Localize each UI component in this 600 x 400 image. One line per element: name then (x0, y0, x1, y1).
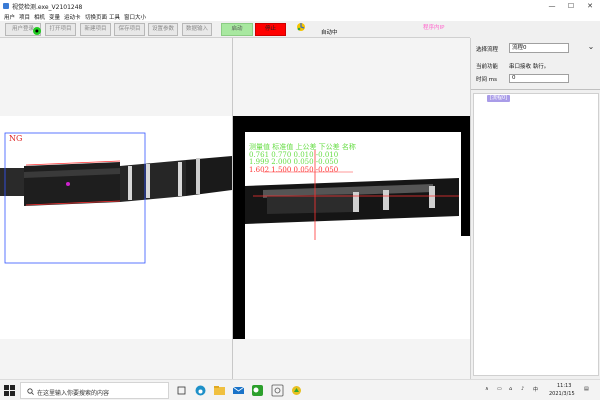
wechat-icon[interactable] (251, 384, 264, 397)
input-method-label[interactable]: 中 (533, 386, 538, 393)
running-status-icon (297, 23, 305, 31)
app-icon (3, 3, 9, 9)
data-input-button[interactable]: 数据输入 (182, 23, 212, 36)
close-button[interactable]: ✕ (581, 0, 599, 12)
search-icon (27, 388, 34, 395)
menu-camera[interactable]: 相机 (34, 13, 45, 21)
time-value: 0 (509, 74, 569, 83)
menu-bar: 用户 项目 相机 变量 运动卡 切换页面 工具 窗口大小 (0, 12, 600, 21)
flow-settings: 选择流程 流程0 ⌄ 当前功能 串口接收 執行。 时间 ms 0 (471, 38, 600, 90)
network-icon[interactable]: ⌂ (509, 386, 512, 392)
mail-icon[interactable] (232, 384, 245, 397)
taskbar: 在这里输入你要搜索的内容 ∧ ▭ ⌂ ♪ 中 11:13 2021/3/15 ▤ (0, 379, 600, 400)
auto-status-label: 自动中 (321, 30, 338, 36)
camera-app-icon[interactable] (271, 384, 284, 397)
ng-result-label: NG (9, 134, 23, 143)
tray-expand-icon[interactable]: ∧ (485, 386, 489, 392)
notification-icon[interactable]: ▤ (584, 386, 589, 392)
menu-window-size[interactable]: 窗口大小 (124, 13, 146, 21)
minimize-button[interactable]: — (543, 0, 561, 12)
task-view-icon[interactable] (175, 384, 188, 397)
toolbar: 用户登录 打开项目 新建项目 保存项目 设置参数 数据输入 启动 停止 (0, 21, 470, 38)
taskbar-search[interactable]: 在这里输入你要搜索的内容 (20, 382, 169, 399)
menu-motion-card[interactable]: 运动卡 (64, 13, 81, 21)
vision-app-icon[interactable] (290, 384, 303, 397)
menu-variable[interactable]: 变量 (49, 13, 60, 21)
search-placeholder: 在这里输入你要搜索的内容 (37, 390, 110, 397)
open-project-button[interactable]: 打开项目 (45, 23, 76, 36)
flow-select-label: 选择流程 (476, 47, 499, 53)
menu-switch-page[interactable]: 切换页面 (85, 13, 107, 21)
measurement-overlay: 测量值 标准值 上公差 下公差 名称 0.761 0.770 0.010 -0.… (249, 143, 356, 174)
set-params-button[interactable]: 设置参数 (148, 23, 178, 36)
battery-icon[interactable]: ▭ (497, 386, 502, 392)
stop-button[interactable]: 停止 (255, 23, 286, 36)
time-label: 时间 ms (476, 77, 497, 83)
flow-select[interactable]: 流程0 (509, 43, 569, 53)
current-function-label: 当前功能 (476, 64, 499, 70)
title-bar: 视觉检测.exe_V2101248 — ☐ ✕ (0, 0, 600, 12)
camera-view-right[interactable]: 测量值 标准值 上公差 下公差 名称 0.761 0.770 0.010 -0.… (232, 38, 471, 379)
clock-time[interactable]: 11:13 (557, 383, 571, 389)
volume-icon[interactable]: ♪ (521, 386, 524, 392)
current-function-value: 串口接收 執行。 (509, 64, 550, 70)
maximize-button[interactable]: ☐ (562, 0, 580, 12)
camera-image-left: NG (0, 116, 232, 339)
program-ip-label: 程序内IP (423, 25, 445, 31)
login-status-icon: ● (33, 27, 41, 35)
control-panel: 选择流程 流程0 ⌄ 当前功能 串口接收 執行。 时间 ms 0 [流程0] (470, 38, 600, 379)
menu-project[interactable]: 项目 (19, 13, 30, 21)
chevron-down-icon[interactable]: ⌄ (585, 41, 597, 53)
flow-tree[interactable]: [流程0] (473, 93, 599, 376)
clock-date[interactable]: 2021/3/15 (549, 391, 575, 397)
save-project-button[interactable]: 保存项目 (114, 23, 145, 36)
menu-tools[interactable]: 工具 (109, 13, 120, 21)
file-explorer-icon[interactable] (213, 384, 226, 397)
new-project-button[interactable]: 新建项目 (80, 23, 111, 36)
windows-start-icon[interactable] (4, 385, 15, 396)
menu-user[interactable]: 用户 (4, 13, 15, 21)
measurement-row: 1.602 1.500 0.050 -0.050 (249, 165, 339, 174)
edge-browser-icon[interactable] (194, 384, 207, 397)
start-button[interactable]: 启动 (221, 23, 253, 36)
camera-image-right: 测量值 标准值 上公差 下公差 名称 0.761 0.770 0.010 -0.… (233, 116, 471, 339)
window-title: 视觉检测.exe_V2101248 (12, 4, 83, 11)
app-window: 视觉检测.exe_V2101248 — ☐ ✕ 用户 项目 相机 变量 运动卡 … (0, 0, 600, 379)
camera-view-left[interactable]: NG (0, 38, 232, 379)
flow-node-0[interactable]: [流程0] (487, 95, 511, 102)
